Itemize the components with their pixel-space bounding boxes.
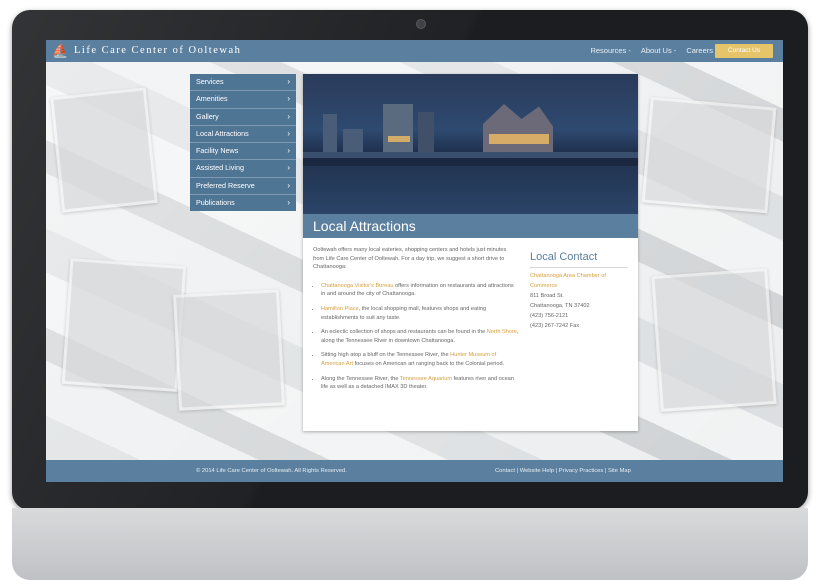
sidenav-item-label: Assisted Living bbox=[196, 163, 244, 173]
list-item: An eclectic collection of shops and rest… bbox=[321, 328, 519, 345]
sidenav-item-gallery[interactable]: Gallery › bbox=[190, 109, 296, 126]
divider bbox=[530, 267, 628, 268]
sidenav-item-services[interactable]: Services › bbox=[190, 74, 296, 92]
page-title: Local Attractions bbox=[303, 214, 638, 238]
background-photo bbox=[173, 289, 285, 411]
background-photo bbox=[651, 268, 777, 412]
chevron-right-icon: › bbox=[287, 198, 290, 208]
chevron-right-icon: › bbox=[287, 111, 290, 121]
sidenav-item-publications[interactable]: Publications › bbox=[190, 195, 296, 211]
list-item: Along the Tennessee River, the Tennessee… bbox=[321, 375, 519, 392]
river-water bbox=[303, 166, 638, 214]
chevron-right-icon: › bbox=[287, 94, 290, 104]
contact-us-button[interactable]: Contact Us bbox=[715, 44, 773, 58]
local-contact-panel: Local Contact Chattanooga Area Chamber o… bbox=[530, 251, 628, 331]
skyline-building bbox=[418, 112, 434, 154]
chevron-right-icon: › bbox=[287, 128, 290, 138]
list-item: Sitting high atop a bluff on the Tenness… bbox=[321, 351, 519, 368]
footer-bar: © 2014 Life Care Center of Ooltewah. All… bbox=[46, 460, 783, 482]
phone-number: (423) 756-2121 bbox=[530, 313, 569, 319]
list-text: focuses on American art ranging back to … bbox=[353, 360, 505, 367]
link-hamilton-place[interactable]: Hamilton Place bbox=[321, 306, 359, 312]
attractions-list: Chattanooga Visitor's Bureau offers info… bbox=[313, 282, 519, 392]
sidenav-item-label: Local Attractions bbox=[196, 128, 249, 138]
list-item: Chattanooga Visitor's Bureau offers info… bbox=[321, 282, 519, 299]
top-navigation-bar: ⛵ Life Care Center of Ooltewah Resources… bbox=[46, 40, 783, 62]
side-navigation: Services › Amenities › Gallery › Local Attr… bbox=[190, 74, 296, 212]
background-photo bbox=[50, 87, 158, 213]
sidenav-item-label: Gallery bbox=[196, 111, 219, 121]
sidenav-item-label: Facility News bbox=[196, 146, 239, 156]
nav-careers[interactable]: Careers bbox=[686, 46, 713, 55]
main-content-card: Local Attractions Ooltewah offers many l… bbox=[303, 74, 638, 431]
link-chattanooga-visitors-bureau[interactable]: Chattanooga Visitor's Bureau bbox=[321, 283, 394, 289]
chevron-right-icon: › bbox=[287, 77, 290, 86]
fax-number: (423) 267-7242 Fax bbox=[530, 323, 580, 329]
sailboat-logo-icon[interactable]: ⛵ bbox=[52, 43, 68, 59]
sidenav-item-facility-news[interactable]: Facility News › bbox=[190, 143, 296, 161]
chevron-right-icon: › bbox=[287, 146, 290, 156]
skyline-building bbox=[383, 104, 413, 154]
copyright-text: © 2014 Life Care Center of Ooltewah. All… bbox=[196, 468, 347, 474]
sidenav-item-preferred-reserve[interactable]: Preferred Reserve › bbox=[190, 178, 296, 196]
top-nav: Resources - About Us - Careers bbox=[590, 46, 713, 55]
sidenav-item-local-attractions[interactable]: Local Attractions › bbox=[190, 126, 296, 144]
list-text: Sitting high atop a bluff on the Tenness… bbox=[321, 352, 451, 359]
sidenav-item-label: Amenities bbox=[196, 94, 228, 104]
article-body: Ooltewah offers many local eateries, sho… bbox=[313, 246, 519, 398]
nav-resources[interactable]: Resources - bbox=[590, 46, 630, 55]
list-text: Along the Tennessee River, the bbox=[321, 375, 400, 382]
list-item: Hamilton Place, the local shopping mall,… bbox=[321, 305, 519, 322]
link-north-shore[interactable]: North Shore bbox=[487, 329, 517, 335]
local-contact-heading: Local Contact bbox=[530, 251, 598, 263]
intro-paragraph: Ooltewah offers many local eateries, sho… bbox=[313, 247, 507, 271]
camera-icon bbox=[416, 19, 426, 29]
address-line-2: Chattanooga, TN 37402 bbox=[530, 303, 590, 309]
link-tennessee-aquarium[interactable]: Tennessee Aquarium bbox=[400, 376, 452, 382]
building-lights bbox=[489, 134, 549, 144]
sidenav-item-amenities[interactable]: Amenities › bbox=[190, 91, 296, 109]
sidenav-item-label: Publications bbox=[196, 198, 235, 208]
site-brand[interactable]: Life Care Center of Ooltewah bbox=[74, 45, 241, 56]
list-text: An eclectic collection of shops and rest… bbox=[321, 329, 487, 336]
aquarium-building bbox=[483, 104, 553, 154]
chevron-right-icon: › bbox=[287, 163, 290, 173]
skyline-building bbox=[323, 114, 337, 154]
background-photo bbox=[641, 96, 777, 214]
bridge bbox=[303, 152, 638, 158]
skyline-building bbox=[343, 129, 363, 154]
sidenav-item-assisted-living[interactable]: Assisted Living › bbox=[190, 160, 296, 178]
link-chamber-of-commerce[interactable]: Chattanooga Area Chamber of Commerce bbox=[530, 271, 628, 291]
monitor-chin bbox=[12, 508, 808, 580]
background-photo bbox=[61, 258, 187, 392]
sidenav-item-label: Preferred Reserve bbox=[196, 180, 255, 190]
hero-image-chattanooga-skyline bbox=[303, 74, 638, 214]
nav-about-us[interactable]: About Us - bbox=[641, 46, 676, 55]
website-screen: ⛵ Life Care Center of Ooltewah Resources… bbox=[46, 40, 783, 482]
footer-links[interactable]: Contact | Website Help | Privacy Practic… bbox=[495, 468, 631, 474]
address-line-1: 811 Broad St. bbox=[530, 293, 564, 299]
building-lights bbox=[388, 136, 410, 142]
sidenav-item-label: Services bbox=[196, 77, 224, 86]
chevron-right-icon: › bbox=[287, 180, 290, 190]
